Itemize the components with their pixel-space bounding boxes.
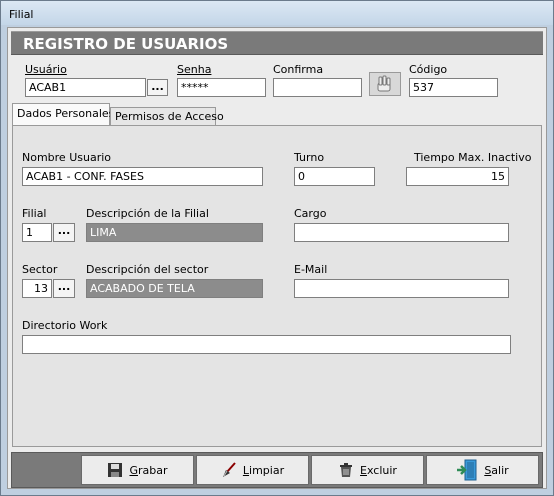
limpiar-label: impiar bbox=[249, 463, 285, 477]
app-window: Filial REGISTRO DE USUARIOS Usuário ACAB… bbox=[0, 0, 554, 496]
usuario-label: Usuário bbox=[25, 63, 67, 76]
tab-panel-dados-personales: Nombre Usuario ACAB1 - CONF. FASES Turno… bbox=[12, 125, 542, 447]
title-bar: Filial bbox=[1, 1, 553, 25]
tab-dados-personales[interactable]: Dados Personales bbox=[12, 103, 114, 126]
limpiar-button[interactable]: Limpiar bbox=[196, 455, 309, 485]
confirma-label: Confirma bbox=[273, 63, 324, 76]
trash-icon bbox=[340, 463, 353, 477]
nombre-usuario-label: Nombre Usuario bbox=[22, 151, 112, 164]
descripcion-filial-field: LIMA bbox=[86, 223, 263, 242]
codigo-label: Código bbox=[409, 63, 448, 76]
confirm-password-button[interactable] bbox=[369, 72, 401, 96]
usuario-lookup-button[interactable]: ... bbox=[147, 79, 168, 96]
grabar-mnemonic: G bbox=[129, 463, 138, 477]
filial-lookup-button[interactable]: ... bbox=[53, 223, 75, 242]
email-label: E-Mail bbox=[294, 263, 328, 276]
form-header: REGISTRO DE USUARIOS bbox=[11, 31, 543, 55]
broom-icon bbox=[222, 462, 236, 477]
client-area: REGISTRO DE USUARIOS Usuário ACAB1 ... S… bbox=[7, 27, 547, 489]
floppy-disk-icon bbox=[108, 463, 123, 477]
directorio-work-label: Directorio Work bbox=[22, 319, 108, 332]
salir-button[interactable]: Salir bbox=[426, 455, 539, 485]
turno-label: Turno bbox=[294, 151, 325, 164]
salir-label: alir bbox=[491, 463, 509, 477]
sector-field[interactable]: 13 bbox=[22, 279, 52, 298]
grabar-button[interactable]: Grabar bbox=[81, 455, 194, 485]
excluir-mnemonic: E bbox=[360, 463, 367, 477]
window-title: Filial bbox=[9, 8, 34, 21]
sector-label: Sector bbox=[22, 263, 58, 276]
hand-icon bbox=[377, 75, 391, 92]
turno-field[interactable]: 0 bbox=[294, 167, 375, 186]
cargo-label: Cargo bbox=[294, 207, 327, 220]
email-field[interactable] bbox=[294, 279, 509, 298]
page-title: REGISTRO DE USUARIOS bbox=[23, 35, 229, 53]
nombre-usuario-field[interactable]: ACAB1 - CONF. FASES bbox=[22, 167, 263, 186]
usuario-field[interactable]: ACAB1 bbox=[25, 78, 146, 97]
codigo-field[interactable]: 537 bbox=[409, 78, 498, 97]
grabar-label: rabar bbox=[138, 463, 168, 477]
excluir-label: xcluir bbox=[366, 463, 397, 477]
senha-field[interactable]: ***** bbox=[177, 78, 266, 97]
tiempo-max-inactivo-field[interactable]: 15 bbox=[406, 167, 509, 186]
cargo-field[interactable] bbox=[294, 223, 509, 242]
exit-door-icon bbox=[457, 459, 477, 481]
confirma-field[interactable] bbox=[273, 78, 362, 97]
descripcion-sector-field: ACABADO DE TELA bbox=[86, 279, 263, 298]
descripcion-filial-label: Descripción de la Filial bbox=[86, 207, 209, 220]
filial-field[interactable]: 1 bbox=[22, 223, 52, 242]
directorio-work-field[interactable] bbox=[22, 335, 511, 354]
tab-strip: Dados Personales Permisos de Acceso bbox=[12, 103, 542, 126]
footer-toolbar: Grabar Limpiar Excluir Salir bbox=[11, 452, 543, 488]
senha-label: Senha bbox=[177, 63, 212, 76]
tab-permisos-de-acceso[interactable]: Permisos de Acceso bbox=[110, 107, 224, 125]
filial-label: Filial bbox=[22, 207, 47, 220]
tiempo-max-inactivo-label: Tiempo Max. Inactivo bbox=[414, 151, 532, 164]
excluir-button[interactable]: Excluir bbox=[311, 455, 424, 485]
sector-lookup-button[interactable]: ... bbox=[53, 279, 75, 298]
descripcion-sector-label: Descripción del sector bbox=[86, 263, 209, 276]
